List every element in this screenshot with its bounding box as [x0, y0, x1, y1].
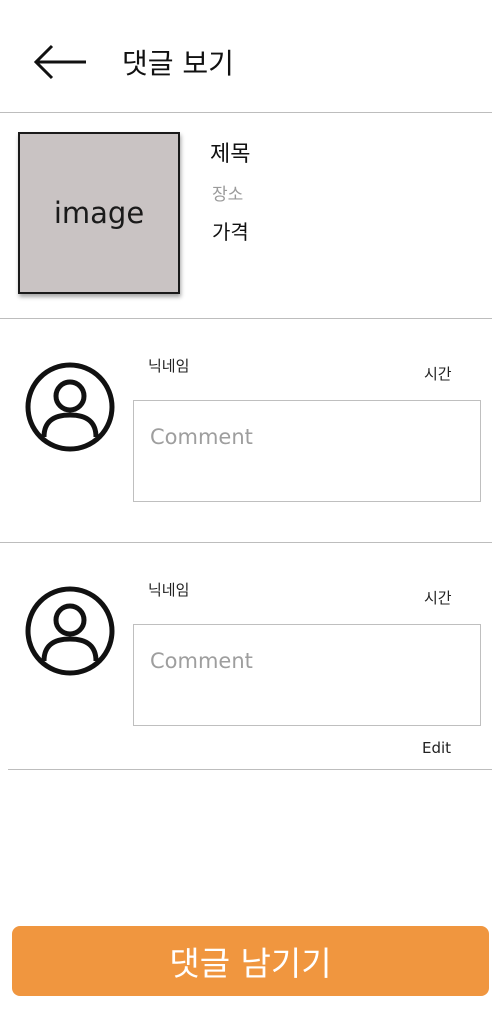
post-price: 가격 — [212, 220, 249, 244]
thumbnail-label: image — [53, 196, 145, 230]
comment-input[interactable] — [133, 400, 481, 502]
comment-nickname: 닉네임 — [148, 581, 190, 599]
post-place: 장소 — [212, 185, 244, 205]
post-title: 제목 — [210, 142, 251, 167]
comment-nickname: 닉네임 — [148, 357, 190, 375]
user-circle-icon — [25, 586, 115, 676]
comment-avatar — [24, 361, 116, 453]
edit-button[interactable]: Edit — [422, 739, 451, 757]
header-divider — [0, 112, 492, 113]
arrow-left-icon — [33, 44, 86, 80]
back-button[interactable] — [28, 40, 92, 84]
comment-time: 시간 — [424, 589, 452, 607]
post-thumbnail: image — [18, 132, 180, 294]
comment-input[interactable] — [133, 624, 481, 726]
comment-avatar — [24, 585, 116, 677]
page-title: 댓글 보기 — [122, 47, 234, 80]
comment-time: 시간 — [424, 365, 452, 383]
leave-comment-button[interactable]: 댓글 남기기 — [12, 926, 489, 996]
comment-item: 닉네임 시간 Edit — [0, 543, 492, 769]
user-circle-icon — [25, 362, 115, 452]
comment-item: 닉네임 시간 — [0, 319, 492, 541]
comment-divider — [8, 769, 492, 770]
